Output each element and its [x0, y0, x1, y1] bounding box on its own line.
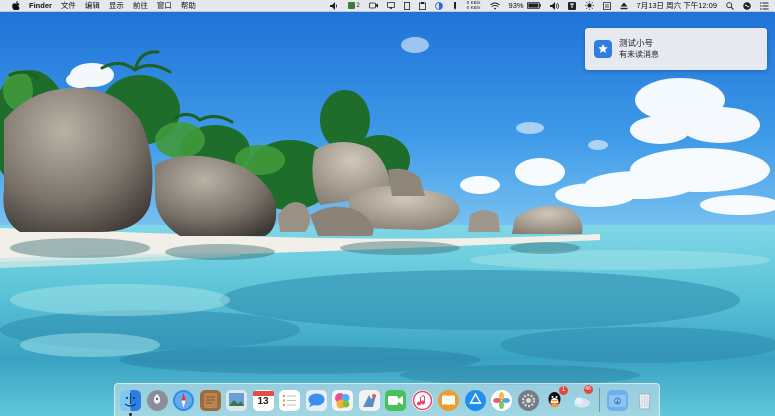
camera-icon[interactable]: [368, 0, 378, 12]
app-status-count: 2: [356, 2, 360, 9]
finder-running-indicator: [129, 412, 132, 416]
dock-separator: [599, 388, 600, 412]
menu-go[interactable]: 前往: [133, 0, 148, 12]
battery-icon[interactable]: [526, 2, 541, 9]
dock-photo-booth-icon[interactable]: [358, 389, 380, 411]
dock-reminders-icon[interactable]: [279, 389, 300, 411]
notification-message: 有未读消息: [619, 50, 659, 59]
menu-help[interactable]: 帮助: [181, 0, 196, 12]
dock-preview-icon[interactable]: [226, 389, 247, 411]
pen-icon[interactable]: [452, 0, 458, 12]
speaker-icon[interactable]: [549, 0, 559, 12]
notification-banner[interactable]: 测试小号 有未读消息: [585, 28, 767, 70]
input-method-icon[interactable]: [567, 0, 576, 12]
calendar-day: 13: [257, 395, 269, 407]
eject-icon[interactable]: [620, 0, 628, 12]
app-status-icon[interactable]: 2: [348, 0, 360, 12]
dock-music-icon[interactable]: [411, 389, 433, 411]
star-app-icon: [594, 40, 612, 58]
notification-title: 测试小号: [619, 38, 654, 48]
dock-app-store-icon[interactable]: [464, 389, 486, 411]
document-icon[interactable]: [403, 0, 410, 12]
menu-clock[interactable]: 7月13日 周六 下午12:09: [637, 0, 717, 11]
menu-app-finder[interactable]: Finder: [29, 0, 52, 12]
dock-trash-icon[interactable]: [634, 390, 655, 411]
dock-facetime-icon[interactable]: [385, 389, 406, 411]
menu-view[interactable]: 显示: [109, 0, 124, 12]
apple-menu-icon[interactable]: [12, 1, 22, 11]
dock: 13 1 46: [114, 383, 660, 416]
volume-icon[interactable]: [330, 0, 339, 12]
half-moon-icon[interactable]: [434, 0, 443, 12]
weather-badge: 46: [583, 384, 593, 394]
dock-finder-icon[interactable]: [120, 389, 141, 416]
dock-launchpad-icon[interactable]: [146, 389, 168, 411]
menu-file[interactable]: 文件: [61, 0, 76, 12]
siri-icon[interactable]: [743, 0, 751, 12]
dock-notes-book-icon[interactable]: [199, 389, 221, 411]
menu-window[interactable]: 窗口: [157, 0, 172, 12]
network-download-speed: 0 KB/s: [466, 4, 481, 10]
notification-center-icon[interactable]: [760, 0, 769, 12]
dock-books-icon[interactable]: [438, 389, 459, 411]
dock-weather-icon[interactable]: 46: [571, 384, 593, 411]
menu-extra-icon[interactable]: [602, 0, 611, 12]
brightness-icon[interactable]: [584, 0, 594, 12]
dock-system-preferences-icon[interactable]: [517, 389, 539, 411]
dock-messages-icon[interactable]: [305, 389, 327, 411]
dock-game-center-icon[interactable]: [332, 389, 353, 411]
wifi-icon[interactable]: [489, 0, 500, 12]
dock-calendar-icon[interactable]: 13: [252, 389, 274, 411]
menu-edit[interactable]: 编辑: [85, 0, 100, 12]
dock-downloads-folder-icon[interactable]: [607, 389, 628, 411]
spotlight-search-icon[interactable]: [726, 0, 734, 12]
display-icon[interactable]: [386, 0, 395, 12]
battery-percentage: 93%: [508, 1, 524, 10]
menu-bar: Finder 文件 编辑 显示 前往 窗口 帮助 2 0 KB/s 0 KB/s…: [0, 0, 775, 12]
dock-qq-icon[interactable]: 1: [544, 385, 568, 411]
clipboard-icon[interactable]: [418, 0, 426, 12]
dock-safari-icon[interactable]: [173, 389, 194, 411]
qq-unread-badge: 1: [559, 385, 568, 395]
network-speed: 0 KB/s 0 KB/s: [466, 0, 481, 10]
dock-photos-icon[interactable]: [491, 389, 512, 411]
